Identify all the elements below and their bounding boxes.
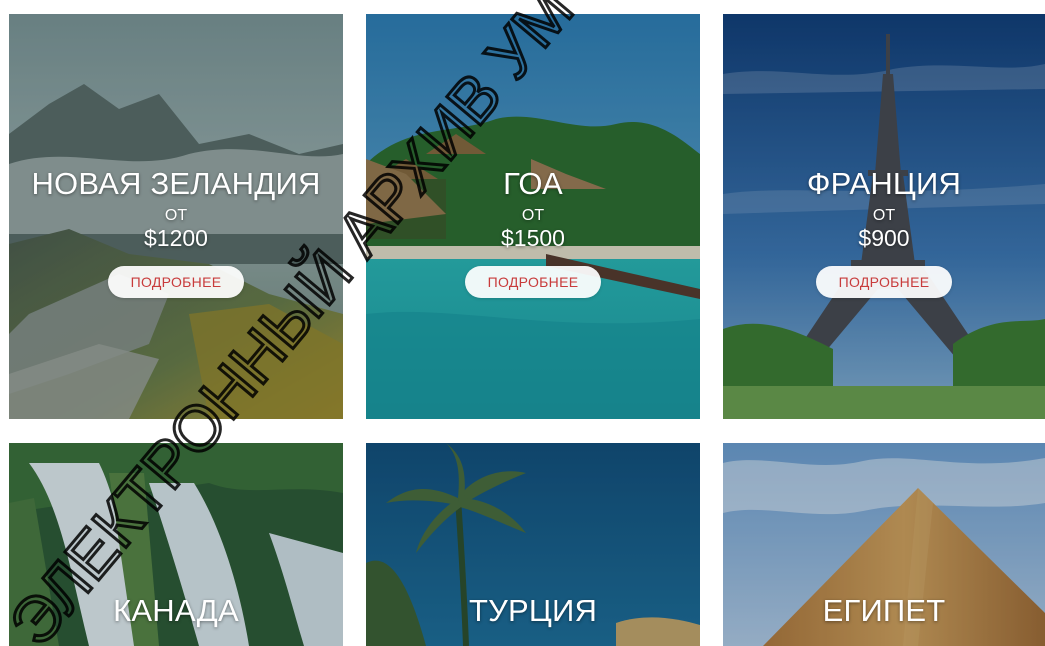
details-button[interactable]: ПОДРОБНЕЕ: [816, 266, 952, 298]
price-prefix: ОТ: [164, 207, 188, 224]
destinations-grid: НОВАЯ ЗЕЛАНДИЯ ОТ $1200 ПОДРОБНЕЕ ГОА ОТ…: [0, 0, 1045, 646]
destination-card-turkey[interactable]: ТУРЦИЯ: [366, 443, 700, 646]
card-content: ГОА ОТ $1500 ПОДРОБНЕЕ: [366, 164, 700, 298]
card-content: КАНАДА: [9, 591, 343, 631]
card-price: $900: [858, 225, 910, 251]
card-title: КАНАДА: [113, 593, 239, 628]
card-title: ЕГИПЕТ: [822, 593, 946, 628]
card-price: $1500: [501, 225, 565, 251]
price-prefix: ОТ: [872, 207, 896, 224]
card-content: ЕГИПЕТ: [723, 591, 1045, 631]
destination-card-canada[interactable]: КАНАДА: [9, 443, 343, 646]
card-content: ТУРЦИЯ: [366, 591, 700, 631]
price-prefix: ОТ: [521, 207, 545, 224]
destination-card-goa[interactable]: ГОА ОТ $1500 ПОДРОБНЕЕ: [366, 14, 700, 419]
card-title: ФРАНЦИЯ: [806, 166, 962, 201]
destination-card-egypt[interactable]: ЕГИПЕТ: [723, 443, 1045, 646]
card-title: ТУРЦИЯ: [468, 593, 598, 628]
card-title: ГОА: [503, 166, 563, 201]
card-content: НОВАЯ ЗЕЛАНДИЯ ОТ $1200 ПОДРОБНЕЕ: [9, 164, 343, 298]
details-button[interactable]: ПОДРОБНЕЕ: [465, 266, 601, 298]
card-price: $1200: [144, 225, 208, 251]
card-content: ФРАНЦИЯ ОТ $900 ПОДРОБНЕЕ: [723, 164, 1045, 298]
destination-card-france[interactable]: ФРАНЦИЯ ОТ $900 ПОДРОБНЕЕ: [723, 14, 1045, 419]
card-title: НОВАЯ ЗЕЛАНДИЯ: [31, 166, 321, 201]
details-button[interactable]: ПОДРОБНЕЕ: [108, 266, 244, 298]
destination-card-new-zealand[interactable]: НОВАЯ ЗЕЛАНДИЯ ОТ $1200 ПОДРОБНЕЕ: [9, 14, 343, 419]
